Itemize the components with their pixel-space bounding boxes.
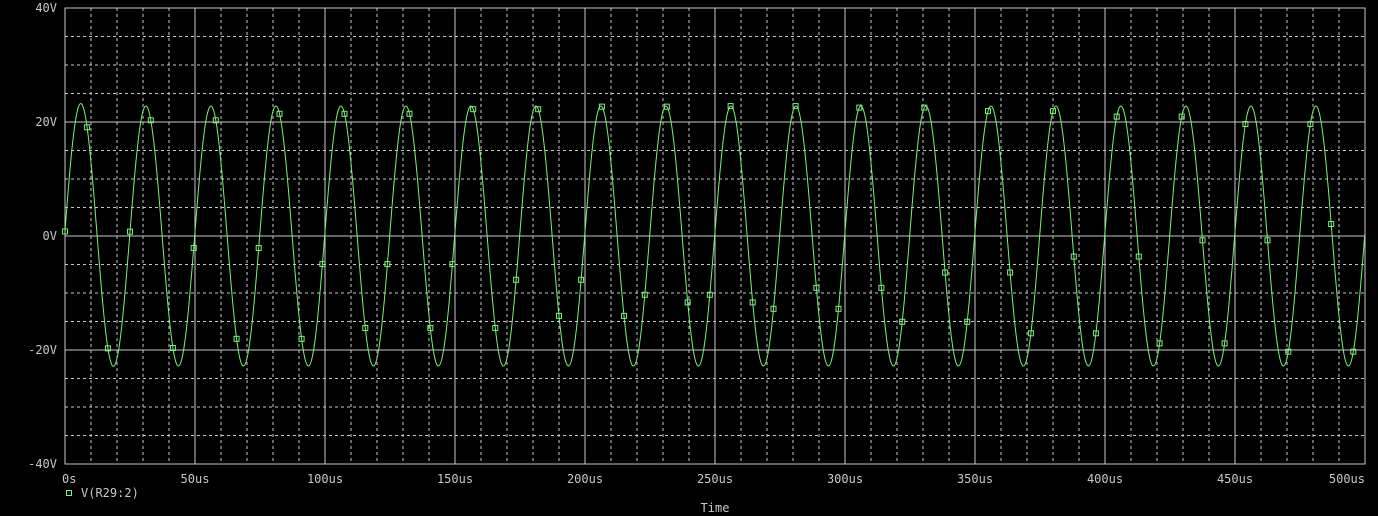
- x-tick-label: 200us: [567, 472, 603, 486]
- legend-marker-icon: [66, 490, 72, 496]
- x-tick-label: 450us: [1217, 472, 1253, 486]
- x-tick-label: 250us: [697, 472, 733, 486]
- y-tick-label: 20V: [35, 115, 57, 129]
- x-tick-label: 350us: [957, 472, 993, 486]
- x-tick-label: 400us: [1087, 472, 1123, 486]
- y-tick-label: 40V: [35, 1, 57, 15]
- marker-layer: [62, 103, 1357, 355]
- legend-series-name: V(R29:2): [81, 486, 139, 500]
- x-tick-label: 500us: [1329, 472, 1365, 486]
- legend: V(R29:2): [66, 486, 139, 500]
- x-tick-label: 100us: [307, 472, 343, 486]
- x-tick-label: 50us: [181, 472, 210, 486]
- axis-labels: 0s 50us 100us 150us 200us 250us 300us 350us 400u…: [28, 1, 1365, 486]
- x-tick-label: 150us: [437, 472, 473, 486]
- y-tick-label: -40V: [28, 457, 57, 471]
- x-tick-label: 0s: [62, 472, 76, 486]
- y-tick-label: 0V: [43, 229, 57, 243]
- y-tick-label: -20V: [28, 343, 57, 357]
- x-axis-label: Time: [701, 501, 730, 515]
- oscilloscope-plot: 0s 50us 100us 150us 200us 250us 300us 350us 400u…: [28, 1, 1366, 515]
- x-tick-label: 300us: [827, 472, 863, 486]
